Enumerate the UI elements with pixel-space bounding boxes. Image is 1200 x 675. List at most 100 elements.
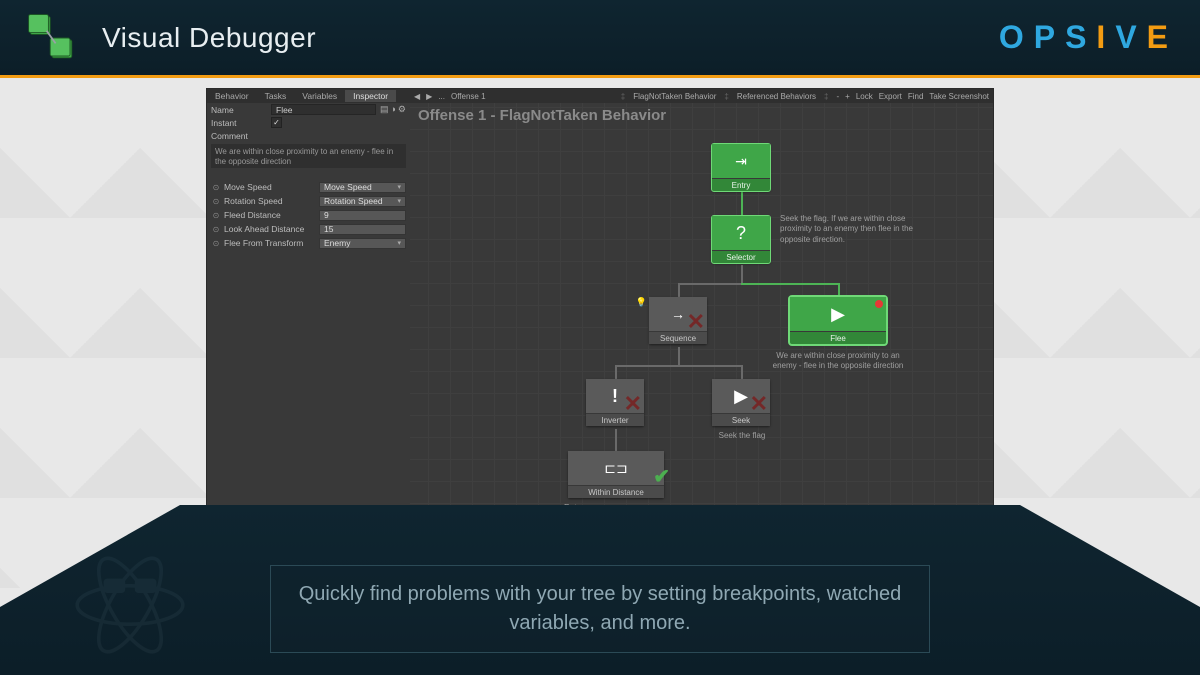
chevron-down-icon: ▾ xyxy=(397,196,401,207)
prop-rotation-speed: ⊙ Rotation Speed Rotation Speed▾ xyxy=(207,194,410,208)
plus-button[interactable]: + xyxy=(845,92,850,101)
find-button[interactable]: Find xyxy=(908,92,924,101)
inspector-panel: Behavior Tasks Variables Inspector Name … xyxy=(207,89,410,529)
fail-icon: ✕ xyxy=(624,393,642,415)
success-icon: ✔ xyxy=(653,464,670,489)
search-icon[interactable]: ⊙ xyxy=(211,210,221,220)
annotation-seek: Seek the flag xyxy=(702,431,782,441)
inspector-tabs: Behavior Tasks Variables Inspector xyxy=(207,89,410,103)
connector xyxy=(741,283,838,285)
name-row-icons: ▤ ◑ ⚙ xyxy=(380,104,406,115)
connector xyxy=(741,365,743,379)
comment-row: Comment xyxy=(207,129,410,142)
doc-icon[interactable]: ▤ xyxy=(380,104,389,115)
prop-flee-from: ⊙ Flee From Transform Enemy▾ xyxy=(207,236,410,250)
name-row: Name Flee ▤ ◑ ⚙ xyxy=(207,103,410,116)
annotation-flee: We are within close proximity to an enem… xyxy=(772,351,904,372)
node-label: Flee xyxy=(790,331,886,344)
prop-label: Look Ahead Distance xyxy=(224,224,319,234)
instant-label: Instant xyxy=(211,118,271,128)
brand-letter: E xyxy=(1147,19,1178,56)
lock-button[interactable]: Lock xyxy=(856,92,873,101)
node-entry[interactable]: ⇥ Entry xyxy=(712,144,770,191)
connector xyxy=(741,265,743,283)
tab-inspector[interactable]: Inspector xyxy=(345,90,396,102)
bulb-icon: 💡 xyxy=(636,297,647,308)
prop-value[interactable]: 9 xyxy=(319,210,406,221)
prop-label: Move Speed xyxy=(224,182,319,192)
play-icon: ▶ xyxy=(734,386,748,407)
gear-icon[interactable]: ⚙ xyxy=(398,104,406,115)
entry-icon: ⇥ xyxy=(735,153,747,170)
tab-tasks[interactable]: Tasks xyxy=(257,90,295,102)
instant-row: Instant ✓ xyxy=(207,116,410,129)
node-seek[interactable]: ▶✕ Seek xyxy=(712,379,770,426)
node-inverter[interactable]: !✕ Inverter xyxy=(586,379,644,426)
brand-letter: O xyxy=(999,19,1034,56)
name-label: Name xyxy=(211,105,271,115)
prop-look-ahead: ⊙ Look Ahead Distance 15 xyxy=(207,222,410,236)
bottom-banner: Quickly find problems with your tree by … xyxy=(0,505,1200,675)
screenshot-button[interactable]: Take Screenshot xyxy=(929,92,989,101)
prop-label: Flee From Transform xyxy=(224,238,319,248)
prop-label: Rotation Speed xyxy=(224,196,319,206)
connector xyxy=(678,283,680,297)
node-within-distance[interactable]: ⊏⊐✔ Within Distance xyxy=(568,451,664,498)
connector xyxy=(678,347,680,365)
nav-next-icon[interactable]: ▶ xyxy=(426,92,432,101)
prop-value[interactable]: Enemy▾ xyxy=(319,238,406,249)
node-label: Entry xyxy=(712,178,770,191)
editor-window: Behavior Tasks Variables Inspector Name … xyxy=(206,88,994,530)
tab-variables[interactable]: Variables xyxy=(294,90,345,102)
arrow-icon: → xyxy=(671,306,685,322)
tab-behavior[interactable]: Behavior xyxy=(207,90,257,102)
referenced-dropdown[interactable]: Referenced Behaviors xyxy=(737,92,816,101)
behavior-dropdown[interactable]: FlagNotTaken Behavior xyxy=(633,92,716,101)
node-label: Selector xyxy=(712,250,770,263)
dash-button[interactable]: - xyxy=(836,92,839,101)
breakpoint-icon xyxy=(875,300,883,308)
instant-checkbox[interactable]: ✓ xyxy=(271,117,282,128)
prop-value[interactable]: 15 xyxy=(319,224,406,235)
name-field[interactable]: Flee xyxy=(271,104,376,115)
properties-list: ⊙ Move Speed Move Speed▾ ⊙ Rotation Spee… xyxy=(207,180,410,250)
chevron-down-icon: ▾ xyxy=(397,182,401,193)
comment-label: Comment xyxy=(211,131,271,141)
question-icon: ? xyxy=(736,223,746,244)
breadcrumb[interactable]: Offense 1 xyxy=(451,92,486,101)
export-button[interactable]: Export xyxy=(879,92,902,101)
comment-field[interactable]: We are within close proximity to an enem… xyxy=(211,144,406,168)
brand-letter: V xyxy=(1115,19,1146,56)
header-bar: Visual Debugger O P S I V E xyxy=(0,0,1200,78)
annotation-selector: Seek the flag. If we are within close pr… xyxy=(780,214,925,245)
canvas-title: Offense 1 - FlagNotTaken Behavior xyxy=(418,107,666,124)
search-icon[interactable]: ⊙ xyxy=(211,224,221,234)
prop-label: Fleed Distance xyxy=(224,210,319,220)
connector xyxy=(838,283,840,297)
color-icon[interactable]: ◑ xyxy=(390,104,395,115)
search-icon[interactable]: ⊙ xyxy=(211,196,221,206)
prop-move-speed: ⊙ Move Speed Move Speed▾ xyxy=(207,180,410,194)
connector xyxy=(741,192,743,216)
banner-text: Quickly find problems with your tree by … xyxy=(270,565,930,653)
prop-fleed-distance: ⊙ Fleed Distance 9 xyxy=(207,208,410,222)
search-icon[interactable]: ⊙ xyxy=(211,182,221,192)
brand-logo: O P S I V E xyxy=(999,19,1178,56)
chevron-down-icon: ▾ xyxy=(397,238,401,249)
node-selector[interactable]: ? Selector xyxy=(712,216,770,263)
connector xyxy=(615,365,741,367)
node-flee[interactable]: ▶ Flee xyxy=(790,297,886,344)
node-label: Within Distance xyxy=(568,485,664,498)
brand-letter: S xyxy=(1065,19,1096,56)
breadcrumb-dots[interactable]: ... xyxy=(438,92,445,101)
node-sequence[interactable]: 💡 →✕ Sequence xyxy=(649,297,707,344)
connector xyxy=(615,429,617,451)
behavior-canvas[interactable]: ◀ ▶ ... Offense 1 ‡ FlagNotTaken Behavio… xyxy=(410,89,993,529)
brand-letter: P xyxy=(1034,19,1065,56)
prop-value[interactable]: Rotation Speed▾ xyxy=(319,196,406,207)
prop-value[interactable]: Move Speed▾ xyxy=(319,182,406,193)
bang-icon: ! xyxy=(612,386,618,407)
nav-prev-icon[interactable]: ◀ xyxy=(414,92,420,101)
product-icon xyxy=(22,10,82,66)
search-icon[interactable]: ⊙ xyxy=(211,238,221,248)
